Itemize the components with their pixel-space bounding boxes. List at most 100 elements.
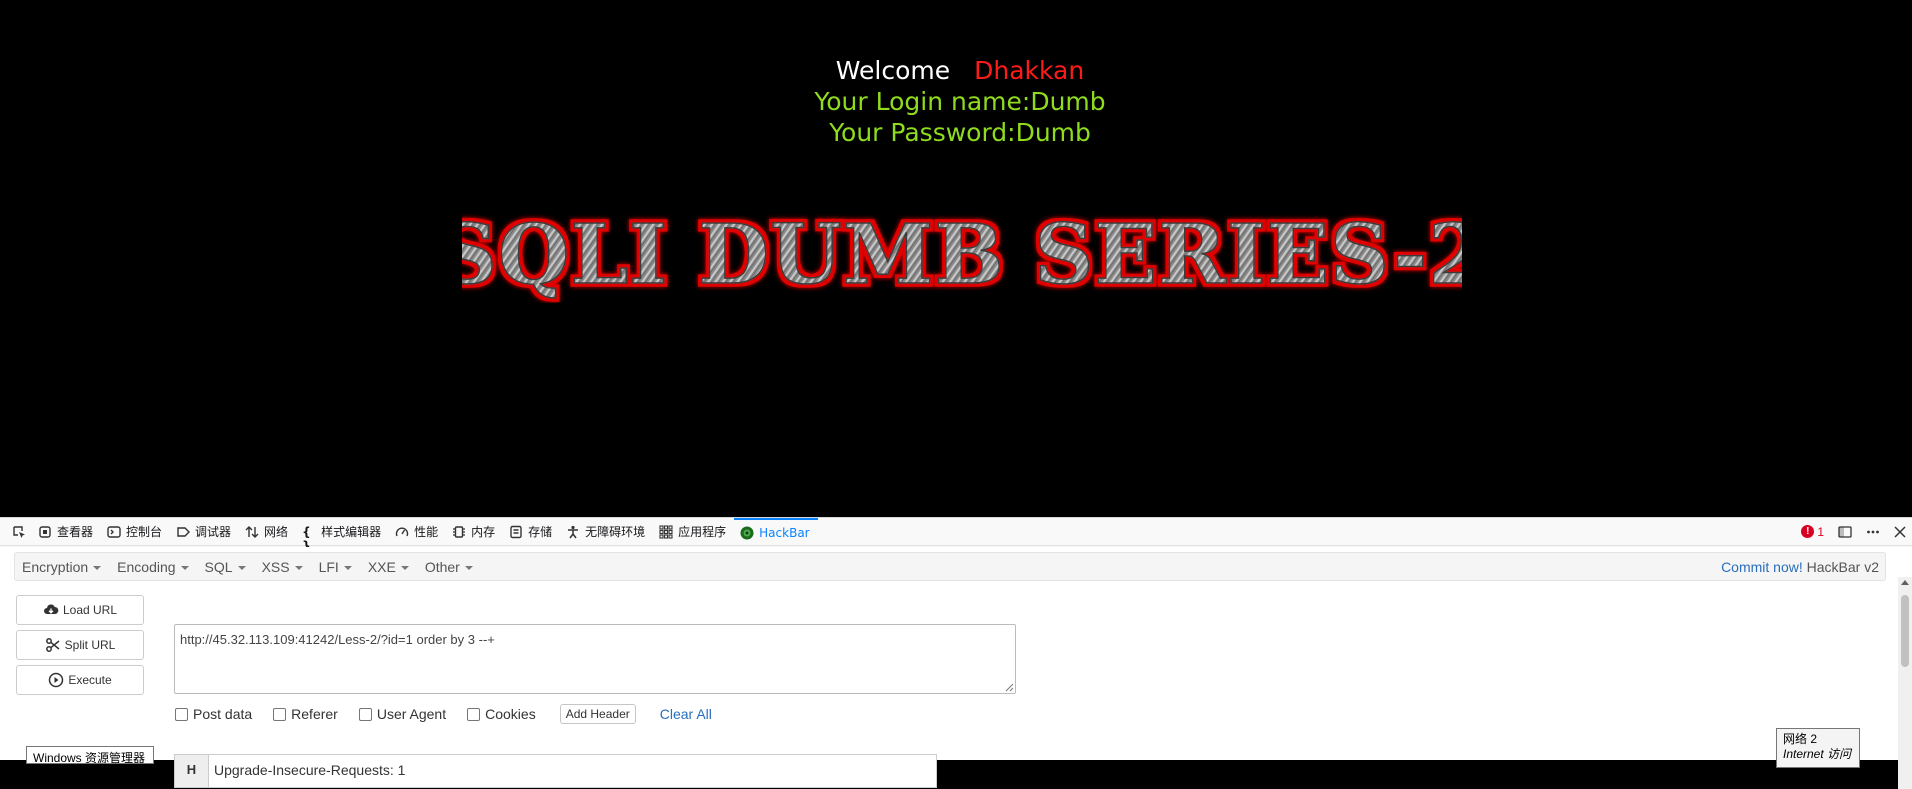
tab-debugger[interactable]: 调试器	[170, 518, 239, 546]
checkbox-box[interactable]	[467, 707, 481, 721]
tab-accessibility[interactable]: 无障碍环境	[560, 518, 653, 546]
banner-title-text: SQLI DUMB SERIES-2	[462, 207, 1462, 303]
user-agent-checkbox[interactable]: User Agent	[358, 706, 447, 722]
chevron-down-icon	[400, 565, 409, 570]
menu-label: XXE	[367, 558, 396, 575]
tab-label: 无障碍环境	[585, 525, 646, 539]
style-editor-icon: { }	[302, 524, 311, 553]
menu-sql[interactable]: SQL	[197, 553, 254, 580]
menu-encryption[interactable]: Encryption	[15, 553, 109, 580]
options-row: Post data Referer User Agent Cookies Add…	[175, 703, 712, 725]
tab-label: 控制台	[126, 525, 163, 539]
hackbar-menubar: Encryption Encoding SQL XSS LFI XXE Othe…	[14, 552, 1886, 581]
clear-all-link[interactable]: Clear All	[660, 706, 712, 722]
tab-label: 样式编辑器	[321, 525, 382, 539]
hackbar-icon	[740, 526, 754, 539]
tab-performance[interactable]: 性能	[389, 518, 446, 546]
network-tooltip-status: Internet 访问	[1783, 747, 1852, 761]
menu-label: XSS	[261, 558, 290, 575]
element-picker-button[interactable]	[6, 518, 32, 546]
header-key: H	[175, 755, 209, 787]
login-name-line: Your Login name:Dumb	[814, 87, 1106, 116]
scissors-icon	[45, 638, 60, 652]
element-picker-icon	[13, 525, 25, 538]
header-row: H Upgrade-Insecure-Requests: 1	[174, 754, 937, 788]
menu-label: Encoding	[117, 558, 176, 575]
commit-area: Commit now! HackBar v2	[1721, 559, 1885, 575]
welcome-block: Welcome Dhakkan Your Login name:Dumb Your…	[0, 55, 1912, 148]
network-icon	[245, 525, 259, 538]
network-tooltip: 网络 2 Internet 访问	[1776, 728, 1860, 768]
scroll-thumb[interactable]	[1901, 595, 1909, 667]
devtools-panel: 查看器 控制台 调试器 网络 { } 样式编辑器 性能 内存 存储 无障碍环境 …	[0, 517, 1912, 789]
debugger-icon	[177, 526, 191, 537]
menu-encoding[interactable]: Encoding	[109, 553, 196, 580]
checkbox-box[interactable]	[273, 707, 287, 721]
welcome-label: Welcome	[835, 56, 951, 85]
devtools-toolbar: 查看器 控制台 调试器 网络 { } 样式编辑器 性能 内存 存储 无障碍环境 …	[0, 517, 1912, 553]
tab-label: 应用程序	[678, 525, 727, 539]
tab-memory[interactable]: 内存	[446, 518, 503, 546]
add-header-button[interactable]: Add Header	[559, 704, 636, 724]
menu-label: Other	[424, 558, 460, 575]
resize-grip-icon[interactable]	[1002, 680, 1014, 692]
dock-side-icon[interactable]	[1838, 525, 1852, 539]
menu-label: SQL	[204, 558, 233, 575]
split-url-button[interactable]: Split URL	[16, 630, 144, 660]
url-input[interactable]: http://45.32.113.109:41242/Less-2/?id=1 …	[174, 624, 1016, 694]
cloud-download-icon	[43, 604, 59, 614]
network-tooltip-line: 网络 2	[1783, 732, 1818, 746]
storage-icon	[510, 525, 522, 538]
error-count: 1	[1817, 524, 1824, 539]
taskbar-tooltip: Windows 资源管理器	[26, 746, 154, 764]
hackbar-version: HackBar v2	[1806, 558, 1879, 575]
tab-style-editor[interactable]: { } 样式编辑器	[296, 518, 389, 553]
tab-label: 查看器	[57, 525, 94, 539]
performance-icon	[395, 527, 409, 536]
cookies-checkbox[interactable]: Cookies	[467, 706, 536, 722]
tab-label: 内存	[471, 525, 496, 539]
scrollbar[interactable]	[1898, 577, 1912, 789]
tab-hackbar[interactable]: HackBar	[734, 517, 818, 546]
welcome-user: Dhakkan	[974, 56, 1085, 85]
tab-label: 网络	[264, 525, 289, 539]
page-viewport: Welcome Dhakkan Your Login name:Dumb Your…	[0, 0, 1912, 517]
chevron-down-icon	[180, 565, 189, 570]
checkbox-box[interactable]	[175, 707, 188, 721]
accessibility-icon	[568, 525, 579, 538]
tab-storage[interactable]: 存储	[503, 518, 560, 546]
menu-label: LFI	[318, 558, 339, 575]
error-count-badge[interactable]: ! 1	[1801, 525, 1824, 539]
tab-application[interactable]: 应用程序	[653, 518, 734, 546]
chevron-down-icon	[294, 565, 303, 570]
console-icon	[107, 525, 121, 538]
tab-network[interactable]: 网络	[239, 518, 296, 546]
chevron-down-icon	[343, 565, 352, 570]
checkbox-box[interactable]	[358, 707, 372, 721]
scroll-up-icon[interactable]	[1901, 580, 1909, 585]
toolbar-right: ! 1	[1801, 518, 1912, 546]
more-options-icon[interactable]	[1866, 525, 1880, 539]
load-url-button[interactable]: Load URL	[16, 595, 144, 625]
tab-label: 性能	[414, 525, 439, 539]
menu-xxe[interactable]: XXE	[360, 553, 417, 580]
tab-inspector[interactable]: 查看器	[32, 518, 101, 546]
inspector-icon	[39, 525, 51, 538]
checkbox-label: Post data	[193, 706, 253, 722]
close-icon[interactable]	[1894, 525, 1906, 538]
post-data-checkbox[interactable]: Post data	[175, 706, 252, 722]
tab-console[interactable]: 控制台	[101, 518, 170, 546]
load-url-label: Load URL	[62, 603, 118, 617]
header-value[interactable]: Upgrade-Insecure-Requests: 1	[209, 755, 410, 787]
memory-icon	[453, 525, 466, 538]
menu-lfi[interactable]: LFI	[311, 553, 360, 580]
execute-button[interactable]: Execute	[16, 665, 144, 695]
password-line: Your Password:Dumb	[829, 118, 1091, 147]
menu-other[interactable]: Other	[417, 553, 481, 580]
menu-label: Encryption	[22, 558, 89, 575]
referer-checkbox[interactable]: Referer	[273, 706, 338, 722]
chevron-down-icon	[464, 565, 473, 570]
commit-now-link[interactable]: Commit now!	[1721, 559, 1803, 575]
menu-xss[interactable]: XSS	[254, 553, 311, 580]
checkbox-label: User Agent	[376, 706, 447, 722]
